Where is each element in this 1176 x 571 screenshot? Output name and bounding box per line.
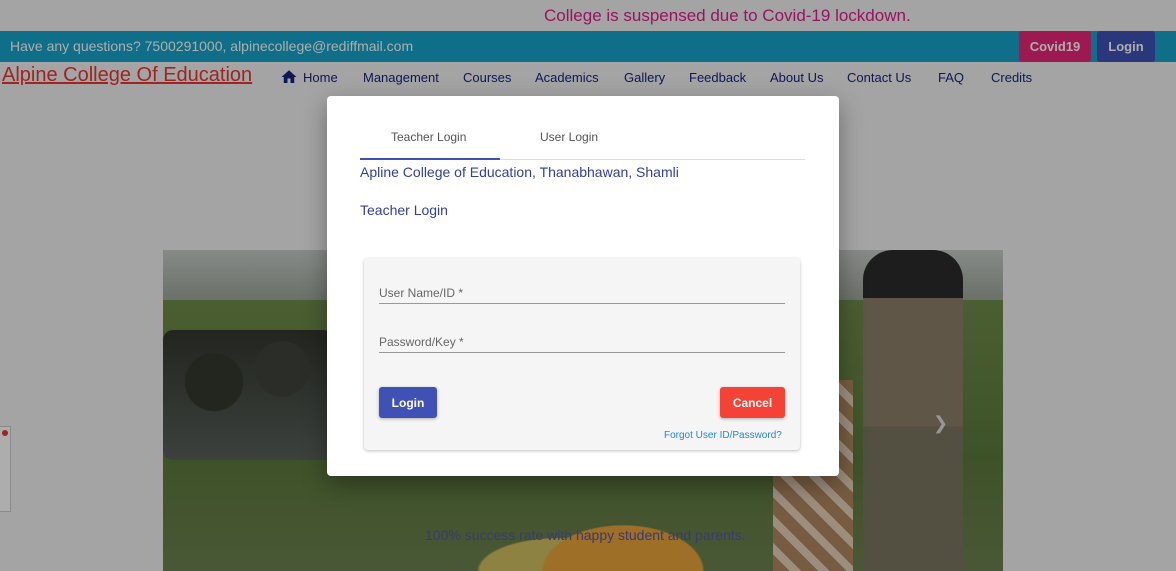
tab-teacher-login[interactable]: Teacher Login xyxy=(391,130,466,144)
login-button[interactable]: Login xyxy=(379,387,437,418)
login-form-card: Login Cancel Forgot User ID/Password? xyxy=(364,258,800,450)
forgot-password-link[interactable]: Forgot User ID/Password? xyxy=(664,430,782,441)
login-dialog: Teacher Login User Login Apline College … xyxy=(327,96,839,476)
login-tabs: Teacher Login User Login xyxy=(360,118,805,160)
password-input[interactable] xyxy=(379,331,785,352)
tab-user-login[interactable]: User Login xyxy=(540,130,598,144)
active-tab-indicator xyxy=(360,158,500,160)
college-name: Apline College of Education, Thanabhawan… xyxy=(360,164,679,180)
dialog-heading: Teacher Login xyxy=(360,202,448,218)
password-field xyxy=(379,331,785,353)
username-field xyxy=(379,282,785,304)
username-input[interactable] xyxy=(379,282,785,303)
cancel-button[interactable]: Cancel xyxy=(720,387,785,418)
